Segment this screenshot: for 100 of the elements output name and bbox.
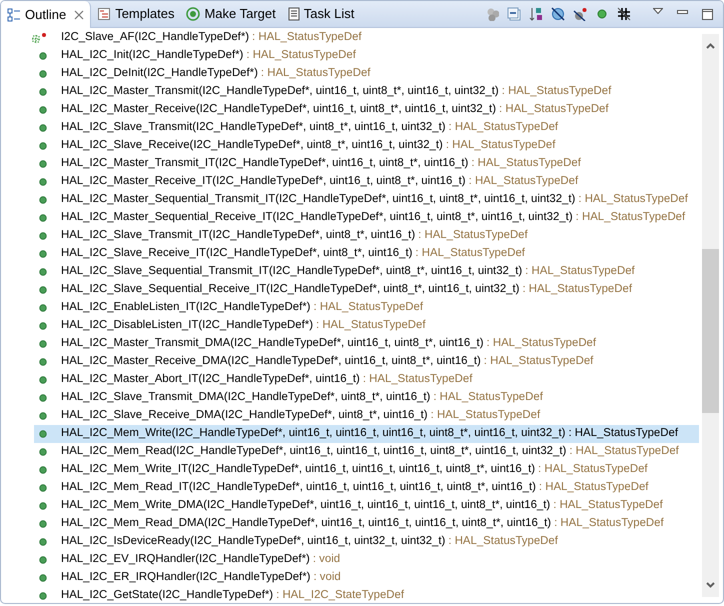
function-icon [39, 286, 47, 294]
outline-item[interactable]: HAL_I2C_Master_Abort_IT(I2C_HandleTypeDef*, uint16_t) : HAL_StatusTypeDef [23, 371, 699, 389]
function-icon [39, 196, 47, 204]
outline-item[interactable]: HAL_I2C_Master_Receive(I2C_HandleTypeDef*, uint16_t, uint8_t*, uint16_t, uint32_t) : HAL_StatusTypeDef [23, 101, 699, 119]
return-type: : HAL_StatusTypeDef [468, 174, 580, 190]
function-signature: HAL_I2C_Master_Receive_IT(I2C_HandleTypeDef*, uint16_t, uint8_t*, uint16_t) [61, 174, 466, 190]
outline-item[interactable]: HAL_I2C_Init(I2C_HandleTypeDef*) : HAL_StatusTypeDef [23, 47, 699, 65]
function-icon [39, 142, 47, 150]
target-icon [186, 7, 200, 21]
return-type: : HAL_StatusTypeDef [525, 264, 636, 280]
function-icon [39, 466, 47, 474]
outline-item[interactable]: HAL_I2C_Slave_Transmit_DMA(I2C_HandleTypeDef*, uint8_t*, uint16_t) : HAL_StatusTypeDef [23, 389, 699, 407]
outline-item[interactable]: HAL_I2C_Mem_Write_IT(I2C_HandleTypeDef*, uint16_t, uint16_t, uint16_t, uint8_t*, uint16_t) : HAL_StatusTypeDef [23, 461, 699, 479]
function-signature: HAL_I2C_Master_Receive_DMA(I2C_HandleTypeDef*, uint16_t, uint8_t*, uint16_t) [61, 354, 481, 370]
outline-item[interactable]: HAL_I2C_Slave_Sequential_Transmit_IT(I2C_HandleTypeDef*, uint8_t*, uint16_t, uint32_t) : HAL_StatusTypeDef [23, 263, 699, 281]
document-icon [97, 7, 112, 21]
outline-item[interactable]: HAL_I2C_Master_Sequential_Transmit_IT(I2C_HandleTypeDef*, uint16_t, uint8_t*, uint16_t, uint32_t) : HAL_StatusTypeDef [23, 191, 699, 209]
outline-item[interactable]: HAL_I2C_EV_IRQHandler(I2C_HandleTypeDef*) : void [23, 551, 699, 569]
return-type: : HAL_StatusTypeDef [471, 156, 582, 172]
function-icon [39, 304, 47, 312]
return-type: : HAL_StatusTypeDef [569, 444, 680, 460]
circle-icon[interactable] [595, 7, 609, 21]
function-icon [39, 88, 47, 96]
function-signature: HAL_I2C_Master_Transmit_IT(I2C_HandleTypeDef*, uint16_t, uint8_t*, uint16_t) [61, 156, 468, 172]
function-signature: HAL_I2C_Slave_Transmit(I2C_HandleTypeDef*, uint8_t*, uint16_t, uint32_t) [61, 120, 446, 136]
function-signature: HAL_I2C_Slave_Sequential_Transmit_IT(I2C_HandleTypeDef*, uint8_t*, uint16_t, uint32_t) [61, 264, 522, 280]
return-type: : HAL_StatusTypeDef [415, 246, 526, 262]
return-type: : HAL_StatusTypeDef [260, 66, 372, 82]
scroll-up-icon[interactable] [706, 43, 715, 49]
function-icon [39, 214, 47, 222]
return-type: : HAL_StatusTypeDef [484, 354, 594, 370]
outline-item[interactable]: HAL_I2C_Slave_Receive(I2C_HandleTypeDef*, uint8_t*, uint16_t, uint32_t) : HAL_StatusTypeDef [23, 137, 699, 155]
function-icon [39, 70, 47, 78]
outline-item[interactable]: HAL_I2C_Mem_Write_DMA(I2C_HandleTypeDef*, uint16_t, uint16_t, uint16_t, uint8_t*, uint16_t) : HAL_StatusTypeDef [23, 497, 699, 515]
outline-item[interactable]: HAL_I2C_GetState(I2C_HandleTypeDef*) : HAL_I2C_StateTypeDef [23, 587, 699, 603]
outline-item[interactable]: HAL_I2C_Mem_Read_DMA(I2C_HandleTypeDef*, uint16_t, uint16_t, uint16_t, uint8_t*, uint16_t) : HAL_StatusTypeDef [23, 515, 699, 533]
outline-item[interactable]: HAL_I2C_DeInit(I2C_HandleTypeDef*) : HAL_StatusTypeDef [23, 65, 699, 83]
view-tab[interactable]: Outline [1, 1, 92, 28]
hide-static-icon[interactable] [573, 7, 587, 21]
function-icon [39, 430, 47, 438]
function-signature: HAL_I2C_Mem_Write_DMA(I2C_HandleTypeDef*, uint16_t, uint16_t, uint16_t, uint8_t*, uint16_t) [61, 498, 550, 514]
return-type: : HAL_StatusTypeDef [362, 372, 474, 388]
outline-item[interactable]: HAL_I2C_Mem_Read(I2C_HandleTypeDef*, uint16_t, uint16_t, uint16_t, uint8_t*, uint16_t, uint32_t) : HAL_StatusTypeDef [23, 443, 699, 461]
function-icon [39, 376, 47, 384]
scrollbar-thumb[interactable] [702, 249, 719, 413]
function-signature: HAL_I2C_Mem_Write(I2C_HandleTypeDef*, uint16_t, uint16_t, uint16_t, uint8_t*, uint16_t, uint32_t) [61, 426, 566, 442]
return-type: : void [312, 552, 342, 568]
function-icon [39, 322, 47, 330]
view-tab[interactable]: Task List [282, 1, 360, 27]
function-signature: HAL_I2C_Master_Abort_IT(I2C_HandleTypeDef*, uint16_t) [61, 372, 360, 388]
function-icon [39, 592, 47, 600]
return-type: : HAL_StatusTypeDef [576, 210, 686, 226]
view-tab[interactable]: Make Target [180, 1, 282, 27]
outline-icon [7, 8, 21, 22]
outline-item[interactable]: HAL_I2C_Slave_Transmit_IT(I2C_HandleTypeDef*, uint8_t*, uint16_t) : HAL_StatusTypeDef [23, 227, 699, 245]
collapse-all-icon[interactable] [507, 7, 521, 21]
close-icon[interactable] [74, 10, 84, 20]
return-type: : HAL_StatusTypeDef [499, 102, 610, 118]
scrollbar[interactable] [702, 34, 719, 597]
outline-item[interactable]: HAL_I2C_Slave_Receive_IT(I2C_HandleTypeDef*, uint8_t*, uint16_t) : HAL_StatusTypeDef [23, 245, 699, 263]
return-type: : HAL_StatusTypeDef [448, 534, 559, 550]
view-menu-icon[interactable] [653, 8, 663, 14]
outline-item[interactable]: HAL_I2C_Slave_Receive_DMA(I2C_HandleTypeDef*, uint8_t*, uint16_t) : HAL_StatusTypeDef [23, 407, 699, 425]
outline-item[interactable]: HAL_I2C_Master_Receive_DMA(I2C_HandleTypeDef*, uint16_t, uint8_t*, uint16_t) : HAL_StatusTypeDef [23, 353, 699, 371]
static-function-icon [31, 32, 49, 44]
function-icon [39, 124, 47, 132]
function-signature: HAL_I2C_Slave_Receive_DMA(I2C_HandleTypeDef*, uint8_t*, uint16_t) [61, 408, 428, 424]
return-type: : HAL_StatusTypeDef [246, 48, 357, 64]
outline-item[interactable]: HAL_I2C_DisableListen_IT(I2C_HandleTypeDef*) : HAL_StatusTypeDef [23, 317, 699, 335]
outline-item[interactable]: HAL_I2C_Master_Receive_IT(I2C_HandleTypeDef*, uint16_t, uint8_t*, uint16_t) : HAL_StatusTypeDef [23, 173, 699, 191]
outline-item[interactable]: HAL_I2C_Master_Transmit_IT(I2C_HandleTypeDef*, uint16_t, uint8_t*, uint16_t) : HAL_StatusTypeDef [23, 155, 699, 173]
outline-item[interactable]: I2C_Slave_AF(I2C_HandleTypeDef*) : HAL_StatusTypeDef [23, 29, 699, 47]
outline-item[interactable]: HAL_I2C_Mem_Read_IT(I2C_HandleTypeDef*, uint16_t, uint16_t, uint16_t, uint8_t*, uint16_t) : HAL_StatusTypeDef [23, 479, 699, 497]
hide-fields-icon[interactable] [551, 7, 565, 21]
outline-item[interactable]: HAL_I2C_Master_Sequential_Receive_IT(I2C_HandleTypeDef*, uint16_t, uint8_t*, uint16_t, uint32_t) : HAL_StatusTypeDef [23, 209, 699, 227]
return-type: : HAL_StatusTypeDef [430, 408, 542, 424]
function-icon [39, 574, 47, 582]
hash-icon[interactable] [617, 7, 631, 21]
sort-icon[interactable] [529, 7, 543, 21]
function-icon [39, 484, 47, 492]
outline-item[interactable]: HAL_I2C_IsDeviceReady(I2C_HandleTypeDef*, uint16_t, uint32_t, uint32_t) : HAL_StatusTypeDef [23, 533, 699, 551]
function-icon [39, 106, 47, 114]
outline-item[interactable]: HAL_I2C_Slave_Sequential_Receive_IT(I2C_HandleTypeDef*, uint8_t*, uint16_t, uint32_t) : HAL_StatusTypeDef [23, 281, 699, 299]
view-tab[interactable]: Templates [91, 1, 180, 27]
return-type: : HAL_StatusTypeDef [522, 282, 633, 298]
function-icon [39, 520, 47, 528]
function-icon [39, 538, 47, 546]
function-icon [39, 178, 47, 186]
maximize-icon[interactable] [702, 8, 713, 20]
function-signature: HAL_I2C_IsDeviceReady(I2C_HandleTypeDef*, uint16_t, uint32_t, uint32_t) [61, 534, 446, 550]
outline-item[interactable]: HAL_I2C_ER_IRQHandler(I2C_HandleTypeDef*) : void [23, 569, 699, 587]
function-signature: HAL_I2C_Master_Sequential_Transmit_IT(I2C_HandleTypeDef*, uint16_t, uint8_t*, uint16_t, uint32_t) [61, 192, 576, 208]
scroll-down-icon[interactable] [706, 582, 715, 588]
function-signature: HAL_I2C_DeInit(I2C_HandleTypeDef*) [61, 66, 258, 82]
function-icon [39, 556, 47, 564]
outline-item[interactable]: HAL_I2C_Slave_Transmit(I2C_HandleTypeDef*, uint8_t*, uint16_t, uint32_t) : HAL_StatusTypeDef [23, 119, 699, 137]
minimize-icon[interactable] [677, 10, 688, 14]
outline-item[interactable]: HAL_I2C_EnableListen_IT(I2C_HandleTypeDef*) : HAL_StatusTypeDef [23, 299, 699, 317]
outline-item[interactable]: HAL_I2C_Master_Transmit_DMA(I2C_HandleTypeDef*, uint16_t, uint8_t*, uint16_t) : HAL_StatusTypeDef [23, 335, 699, 353]
outline-item[interactable]: HAL_I2C_Master_Transmit(I2C_HandleTypeDef*, uint16_t, uint8_t*, uint16_t, uint32_t) : HAL_StatusTypeDef [23, 83, 699, 101]
